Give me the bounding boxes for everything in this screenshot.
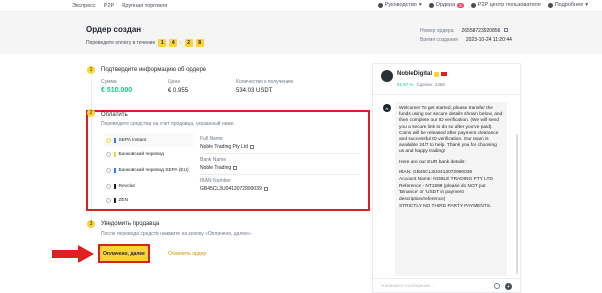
nav-block-trade[interactable]: Крупная торговля xyxy=(122,3,167,9)
red-arrow-icon xyxy=(52,245,94,263)
user-icon xyxy=(470,2,476,8)
bank-name-value: Noble Trading xyxy=(200,165,360,171)
page-title: Ордер создан xyxy=(86,25,142,34)
merchant-stats: 91.67 % Сделки 1466 xyxy=(397,82,445,87)
chat-message: Welcome! To get started, please transfer… xyxy=(395,102,507,276)
copy-icon[interactable] xyxy=(503,28,508,32)
price-value: € 0.955 xyxy=(168,88,189,94)
chat-messages: N Welcome! To get started, please transf… xyxy=(383,102,515,276)
completion-rate: 91.67 % xyxy=(397,82,414,87)
timer-digit: 1 xyxy=(158,39,167,47)
method-sepa-eu[interactable]: Банковский перевод SEPA (EU) xyxy=(104,161,194,179)
iban-label: IBAN Number xyxy=(200,178,231,184)
method-revolut[interactable]: Revolut xyxy=(104,179,194,193)
paid-next-button[interactable]: Оплачено, далее xyxy=(98,244,150,263)
price-label: Цена xyxy=(168,79,181,85)
method-bank-transfer[interactable]: Банковский перевод xyxy=(104,147,194,161)
step-2-title: Оплатить xyxy=(101,112,128,118)
top-nav: Экспресс P2P Крупная торговля xyxy=(72,3,167,9)
created-time: 2023-10-24 11:20:44 xyxy=(465,37,512,43)
more-icon xyxy=(547,2,553,8)
step-1-badge: 1 xyxy=(87,66,95,74)
method-sepa-instant[interactable]: SEPA Instant xyxy=(104,133,194,147)
created-time-row: Время создания 2023-10-24 11:20:44 xyxy=(420,37,512,43)
method-color-bar xyxy=(114,151,116,157)
step-3-title: Уведомить продавца xyxy=(101,221,160,227)
deals-label: Сделки xyxy=(416,82,432,87)
quantity-label: Количество к получению xyxy=(236,79,294,85)
transfer-text: Переведите оплату в течение xyxy=(86,40,156,46)
chat-input-icons: + xyxy=(494,283,512,290)
order-number-row: Номер ордера 26558723920856 xyxy=(420,28,508,34)
p2p-center-link[interactable]: P2P центр пользователя xyxy=(470,2,541,8)
timer-digit: 8 xyxy=(195,39,204,47)
verified-badge-icon xyxy=(434,71,440,77)
chat-panel: NobleDigital 91.67 % Сделки 1466 N Welco… xyxy=(372,63,521,293)
seller-payment-details: Full Name Noble Trading Pty Ltd Bank Nam… xyxy=(200,133,360,192)
timer-digit: 2 xyxy=(184,39,193,47)
radio-selected xyxy=(106,137,111,143)
orders-count-badge: 8 xyxy=(457,2,464,8)
emoji-icon[interactable] xyxy=(494,283,500,289)
book-icon xyxy=(377,2,383,8)
divider xyxy=(200,153,360,154)
radio xyxy=(106,197,111,203)
deals-count: 1466 xyxy=(434,82,445,87)
nav-express[interactable]: Экспресс xyxy=(72,3,96,9)
chat-input[interactable]: Напишите сообщение... + xyxy=(373,278,520,293)
merchant-name[interactable]: NobleDigital xyxy=(397,71,448,77)
full-name-value: Noble Trading Pty Ltd xyxy=(200,144,360,150)
payment-methods-list: SEPA Instant Банковский перевод Банковск… xyxy=(104,133,194,207)
copy-icon[interactable] xyxy=(233,166,238,170)
order-number: 26558723920856 xyxy=(461,28,501,34)
method-color-bar xyxy=(114,197,116,203)
sum-label: Сумма xyxy=(101,79,117,85)
message-avatar: N xyxy=(383,104,391,112)
cancel-order-link[interactable]: Отменить ордер xyxy=(168,251,206,257)
method-color-bar xyxy=(114,167,116,173)
payment-timer-row: Переведите оплату в течение 1 4 : 2 8 xyxy=(86,39,204,47)
guide-link[interactable]: Руководство ▾ xyxy=(377,2,422,8)
iban-value: GB45CL3U0413072990039 xyxy=(200,186,360,192)
nav-p2p[interactable]: P2P xyxy=(104,3,114,9)
divider xyxy=(200,174,360,175)
quantity-value: 534.03 USDT xyxy=(236,88,273,94)
timer-digit: 4 xyxy=(169,39,178,47)
more-menu[interactable]: Подробнее ▾ xyxy=(547,2,588,8)
method-color-bar xyxy=(114,137,116,143)
bank-name-label: Bank Name xyxy=(200,157,227,163)
plus-icon[interactable]: + xyxy=(505,283,512,290)
orders-icon xyxy=(428,2,434,8)
flag-icon xyxy=(441,72,448,76)
notify-note: После перевода средств нажмите на кнопку… xyxy=(101,231,253,237)
step-3-badge: 3 xyxy=(87,220,95,228)
avatar xyxy=(381,70,393,82)
copy-icon[interactable] xyxy=(263,187,268,191)
method-color-bar xyxy=(114,183,116,189)
radio xyxy=(106,167,111,173)
step-2-badge: 2 xyxy=(87,109,95,117)
sum-value: € 510.000 xyxy=(101,87,133,94)
step-1-title: Подтвердите информацию об ордере xyxy=(101,67,207,73)
full-name-label: Full Name xyxy=(200,136,223,142)
order-header: Ордер создан Переведите оплату в течение… xyxy=(0,12,602,54)
top-nav-bar: Экспресс P2P Крупная торговля Руководств… xyxy=(0,0,602,12)
radio xyxy=(106,183,111,189)
copy-icon[interactable] xyxy=(250,145,255,149)
top-nav-right: Руководство ▾ Ордера 8 P2P центр пользова… xyxy=(377,2,588,8)
radio xyxy=(106,151,111,157)
orders-link[interactable]: Ордера 8 xyxy=(428,2,464,8)
chat-header: NobleDigital 91.67 % Сделки 1466 xyxy=(373,64,520,95)
method-zen[interactable]: ZEN xyxy=(104,193,194,207)
payment-note: Переведите средства на счет продавца, ук… xyxy=(101,121,235,127)
chat-scrollbar[interactable] xyxy=(516,134,518,274)
